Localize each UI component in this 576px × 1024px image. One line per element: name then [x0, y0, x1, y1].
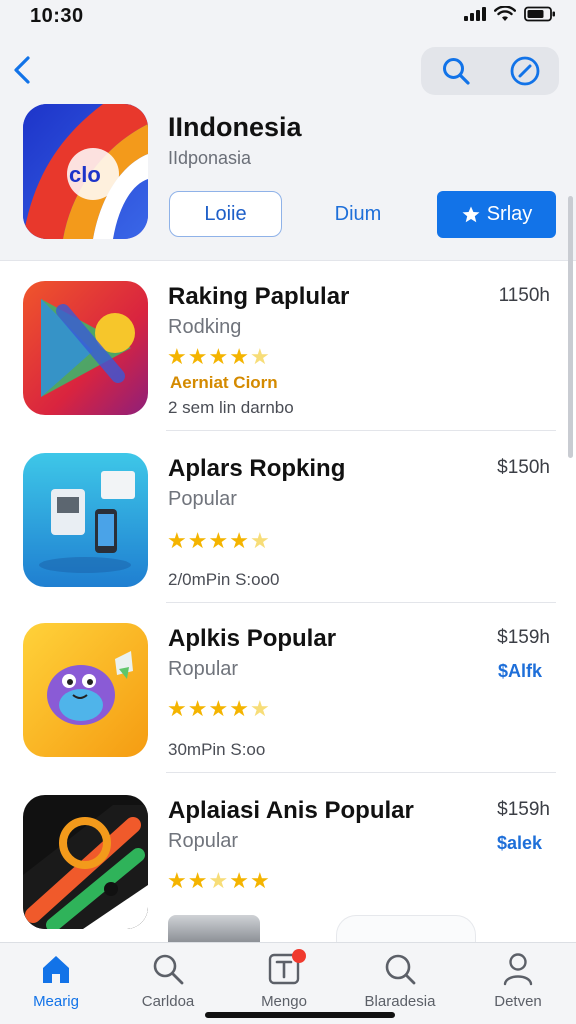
wifi-icon	[494, 6, 516, 21]
star-rating: ★ ★ ★ ★ ★	[167, 529, 270, 553]
notification-badge	[292, 949, 306, 963]
app-tagline: Aerniat Ciorn	[170, 373, 278, 392]
featured-app-icon[interactable]: clo	[23, 104, 148, 239]
app-meta: 30mPin S:oo	[168, 740, 266, 759]
star-icon: ★	[208, 528, 229, 553]
header-actions	[421, 47, 559, 95]
t-box-icon	[266, 949, 306, 987]
app-category: Ropular	[168, 830, 239, 852]
divider	[166, 772, 556, 773]
star-icon: ★	[167, 528, 187, 553]
app-meta: 2/0mPin S:oo0	[168, 570, 280, 589]
preview-thumbnail[interactable]	[168, 915, 260, 942]
app-price: $159h	[497, 799, 550, 820]
home-indicator[interactable]	[205, 1012, 395, 1018]
star-icon: ★	[229, 696, 249, 721]
star-rating: ★ ★ ★ ★ ★	[167, 345, 270, 369]
page-subtitle: IIdponasia	[168, 148, 252, 168]
tab-profile[interactable]: Detven	[463, 951, 573, 1015]
star-icon: ★	[167, 696, 187, 721]
star-icon: ★	[249, 344, 270, 369]
cellular-signal-icon	[464, 7, 486, 21]
app-title: Aplkis Popular	[168, 625, 337, 652]
tab-search[interactable]: Carldoa	[113, 951, 223, 1015]
app-header: clo IIndonesia IIdponasia Loiie Dium Srl…	[0, 36, 576, 260]
star-icon: ★	[187, 528, 208, 553]
star-icon: ★	[229, 528, 249, 553]
tab-label: Mearig	[33, 993, 79, 1010]
search-icon	[442, 58, 470, 85]
app-title: Aplars Ropking	[168, 455, 346, 482]
tab-mengo[interactable]: Mengo	[229, 949, 339, 1015]
app-price: $159h	[497, 627, 550, 648]
tab-label: Mengo	[261, 993, 307, 1010]
star-icon	[462, 206, 480, 222]
star-icon: ★	[187, 868, 208, 893]
app-meta: 2 sem lin darnbo	[168, 398, 294, 417]
home-icon	[38, 951, 74, 987]
compass-icon	[510, 56, 539, 86]
divider	[166, 430, 556, 431]
page-title: IIndonesia	[168, 112, 302, 142]
search-icon	[382, 951, 418, 987]
preview-card[interactable]	[336, 915, 476, 942]
person-icon	[500, 951, 536, 987]
list-item[interactable]: Aplars Ropking Popular ★ ★ ★ ★ ★ 2/0mPin…	[0, 433, 576, 603]
star-icon: ★	[208, 344, 229, 369]
star-rating: ★ ★ ★ ★ ★	[167, 869, 270, 893]
search-button[interactable]	[436, 51, 476, 91]
star-icon: ★	[187, 696, 208, 721]
status-time: 10:30	[30, 5, 84, 27]
star-icon: ★	[229, 344, 249, 369]
svg-text:clo: clo	[69, 162, 101, 187]
app-title: Aplaiasi Anis Popular	[168, 797, 414, 824]
primary-button[interactable]: Srlay	[437, 191, 556, 238]
star-icon: ★	[249, 868, 270, 893]
outline-button[interactable]: Loiie	[169, 191, 282, 237]
star-icon: ★	[208, 868, 229, 893]
tab-label: Detven	[494, 993, 542, 1010]
scrollbar[interactable]	[568, 196, 573, 458]
star-icon: ★	[229, 868, 249, 893]
status-bar: 10:30	[0, 0, 576, 36]
star-icon: ★	[167, 868, 187, 893]
list-item[interactable]: Aplaiasi Anis Popular Ropular ★ ★ ★ ★ ★ …	[0, 775, 576, 942]
star-icon: ★	[167, 344, 187, 369]
star-icon: ★	[249, 696, 270, 721]
app-icon	[23, 281, 148, 415]
app-icon	[23, 453, 148, 587]
app-category: Ropular	[168, 658, 239, 680]
app-icon	[23, 623, 148, 757]
back-button[interactable]	[8, 52, 38, 88]
app-price: $150h	[497, 457, 550, 478]
search-icon	[150, 951, 186, 987]
app-icon	[23, 795, 148, 929]
app-price: 1150h	[498, 285, 550, 306]
star-icon: ★	[208, 696, 229, 721]
star-icon: ★	[187, 344, 208, 369]
tab-label: Blaradesia	[364, 993, 436, 1010]
tab-explore[interactable]: Blaradesia	[345, 951, 455, 1015]
app-list: Raking Paplular Rodking ★ ★ ★ ★ ★ Aernia…	[0, 260, 576, 942]
chevron-left-icon	[14, 56, 30, 84]
app-action-link[interactable]: $Alfk	[498, 661, 542, 682]
tab-label: Carldoa	[141, 993, 195, 1010]
star-rating: ★ ★ ★ ★ ★	[167, 697, 270, 721]
tab-home[interactable]: Mearig	[1, 951, 111, 1015]
list-item[interactable]: Raking Paplular Rodking ★ ★ ★ ★ ★ Aernia…	[0, 261, 576, 431]
compass-button[interactable]	[505, 51, 545, 91]
app-title: Raking Paplular	[168, 283, 350, 310]
link-button[interactable]: Dium	[318, 191, 398, 237]
star-icon: ★	[249, 528, 270, 553]
status-icons	[464, 6, 556, 22]
battery-icon	[524, 6, 555, 22]
app-action-link[interactable]: $alek	[497, 833, 542, 854]
app-category: Rodking	[168, 316, 242, 338]
app-category: Popular	[168, 488, 237, 510]
primary-button-label: Srlay	[486, 203, 533, 225]
list-item[interactable]: Aplkis Popular Ropular ★ ★ ★ ★ ★ 30mPin …	[0, 603, 576, 773]
